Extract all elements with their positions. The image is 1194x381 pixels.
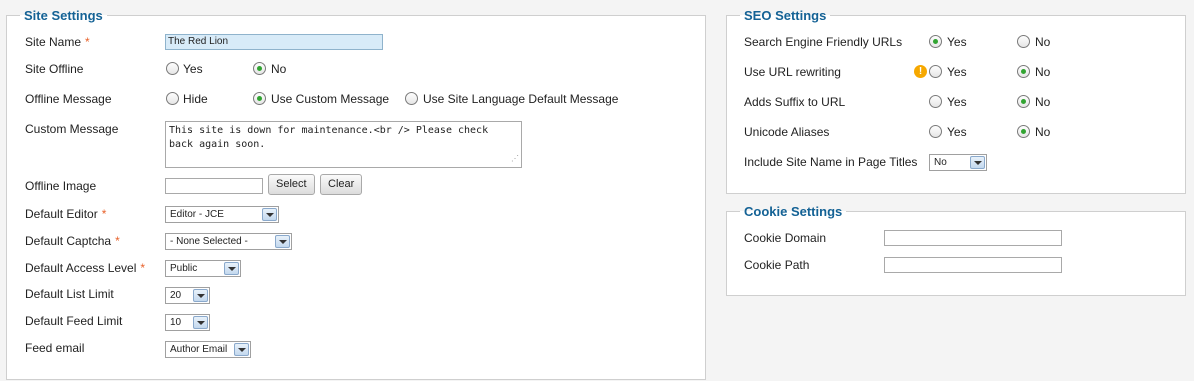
offline-message-custom-radio[interactable] [253, 92, 266, 105]
default-feed-limit-label: Default Feed Limit [25, 314, 123, 328]
default-access-label: Default Access Level * [25, 261, 146, 275]
chevron-down-icon [193, 316, 208, 329]
unicode-yes-radio[interactable] [929, 125, 942, 138]
custom-message-text: This site is down for maintenance.<br />… [169, 125, 495, 150]
site-offline-no-label: No [271, 62, 287, 76]
unicode-label: Unicode Aliases [744, 125, 830, 139]
site-offline-yes-label: Yes [183, 62, 203, 76]
sitename-titles-select[interactable]: No [929, 154, 987, 171]
site-offline-yes-radio[interactable] [166, 62, 179, 75]
url-rewriting-no-radio[interactable] [1017, 65, 1030, 78]
sef-urls-label: Search Engine Friendly URLs [744, 35, 903, 49]
warning-icon[interactable]: ! [914, 65, 927, 78]
site-offline-label: Site Offline [25, 62, 84, 76]
suffix-yes-radio[interactable] [929, 95, 942, 108]
default-list-limit-select[interactable]: 20 [165, 287, 210, 304]
site-name-label: Site Name * [25, 35, 90, 49]
site-name-input[interactable]: The Red Lion [165, 34, 383, 50]
feed-email-select[interactable]: Author Email [165, 341, 251, 358]
chevron-down-icon [262, 208, 277, 221]
suffix-no-radio[interactable] [1017, 95, 1030, 108]
cookie-path-label: Cookie Path [744, 258, 810, 272]
cookie-settings-legend: Cookie Settings [744, 204, 843, 219]
offline-message-default-label: Use Site Language Default Message [423, 92, 619, 106]
suffix-yes-label: Yes [947, 95, 967, 109]
chevron-down-icon [193, 289, 208, 302]
cookie-domain-input[interactable] [884, 230, 1062, 246]
cookie-domain-label: Cookie Domain [744, 231, 827, 245]
sef-urls-yes-radio[interactable] [929, 35, 942, 48]
cookie-settings-panel: Cookie Settings [726, 204, 1186, 296]
cookie-path-input[interactable] [884, 257, 1062, 273]
offline-message-custom-label: Use Custom Message [271, 92, 390, 106]
sef-urls-no-radio[interactable] [1017, 35, 1030, 48]
sef-urls-yes-label: Yes [947, 35, 967, 49]
required-marker: * [140, 261, 146, 275]
default-editor-label: Default Editor * [25, 207, 107, 221]
default-captcha-select[interactable]: - None Selected - [165, 233, 292, 250]
default-editor-select[interactable]: Editor - JCE [165, 206, 279, 223]
offline-message-default-radio[interactable] [405, 92, 418, 105]
url-rewriting-yes-radio[interactable] [929, 65, 942, 78]
default-list-limit-label: Default List Limit [25, 287, 114, 301]
required-marker: * [85, 35, 90, 49]
sef-urls-no-label: No [1035, 35, 1051, 49]
unicode-yes-label: Yes [947, 125, 967, 139]
offline-image-label: Offline Image [25, 179, 97, 193]
chevron-down-icon [275, 235, 290, 248]
custom-message-textarea[interactable]: This site is down for maintenance.<br />… [165, 121, 522, 168]
unicode-no-label: No [1035, 125, 1051, 139]
offline-message-label: Offline Message [25, 92, 112, 106]
offline-message-hide-radio[interactable] [166, 92, 179, 105]
url-rewriting-label: Use URL rewriting [744, 65, 841, 79]
chevron-down-icon [224, 262, 239, 275]
seo-settings-legend: SEO Settings [744, 8, 827, 23]
sitename-titles-label: Include Site Name in Page Titles [744, 155, 918, 169]
url-rewriting-yes-label: Yes [947, 65, 967, 79]
offline-image-input[interactable] [165, 178, 263, 194]
url-rewriting-no-label: No [1035, 65, 1051, 79]
site-offline-no-radio[interactable] [253, 62, 266, 75]
unicode-no-radio[interactable] [1017, 125, 1030, 138]
select-image-button[interactable]: Select [268, 174, 315, 195]
chevron-down-icon [970, 156, 985, 169]
clear-image-button[interactable]: Clear [320, 174, 363, 195]
required-marker: * [115, 234, 120, 248]
required-marker: * [101, 207, 107, 221]
feed-email-label: Feed email [25, 341, 85, 355]
default-feed-limit-select[interactable]: 10 [165, 314, 210, 331]
suffix-no-label: No [1035, 95, 1051, 109]
default-access-select[interactable]: Public [165, 260, 241, 277]
custom-message-label: Custom Message [25, 122, 119, 136]
chevron-down-icon [234, 343, 249, 356]
default-captcha-label: Default Captcha * [25, 234, 120, 248]
offline-message-hide-label: Hide [183, 92, 208, 106]
site-settings-legend: Site Settings [24, 8, 103, 23]
resize-grip-icon[interactable]: ⋰ [511, 152, 519, 166]
suffix-label: Adds Suffix to URL [744, 95, 846, 109]
